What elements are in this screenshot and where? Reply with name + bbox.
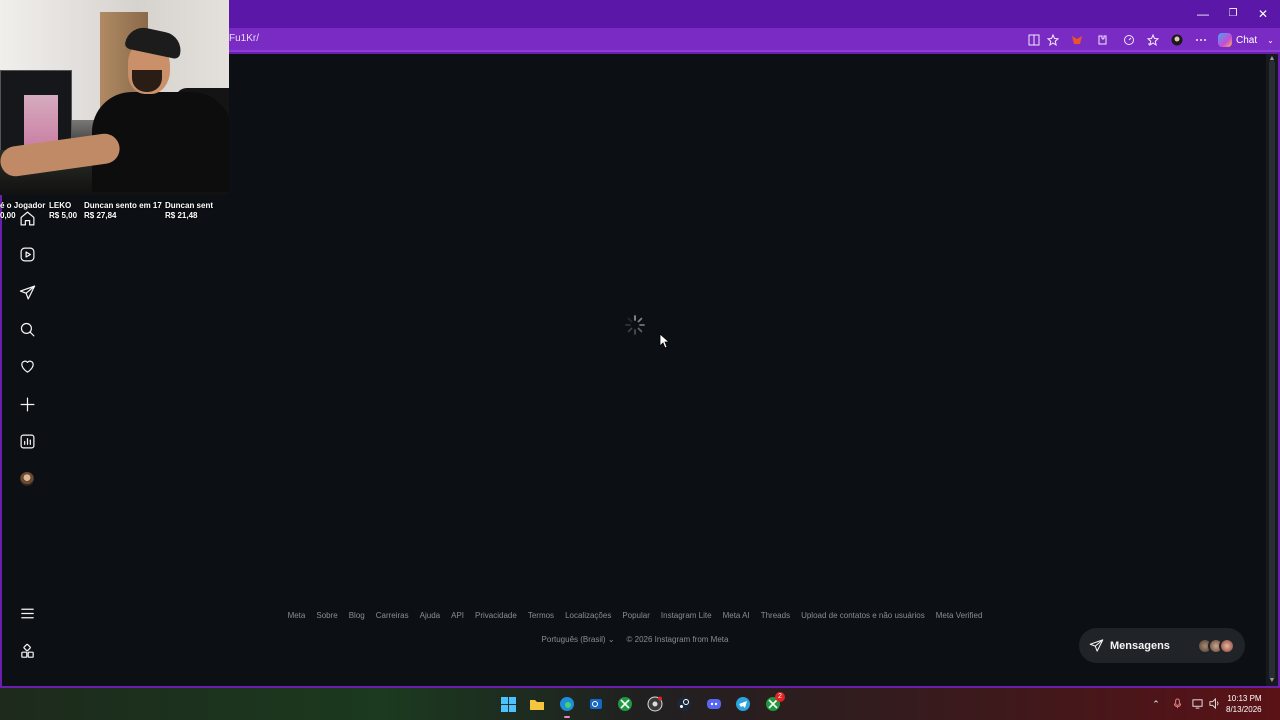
chart-icon — [20, 434, 34, 448]
footer-link[interactable]: API — [451, 611, 464, 620]
url-text[interactable]: Fu1Kr/ — [229, 33, 259, 44]
scroll-thumb[interactable] — [1269, 60, 1275, 680]
outlook-icon[interactable] — [586, 694, 606, 714]
sidebar-item-reels[interactable] — [14, 241, 40, 267]
chevron-down-icon: ⌄ — [607, 635, 615, 644]
scroll-down-icon[interactable]: ▼ — [1268, 677, 1276, 684]
restore-button[interactable]: ❐ — [1218, 4, 1248, 24]
page-scrollbar[interactable]: ▲ ▼ — [1266, 54, 1278, 686]
footer-links: Meta Sobre Blog Carreiras Ajuda API Privacidad… — [0, 611, 1270, 620]
search-icon — [20, 322, 34, 336]
donation-item: Duncan sent R$ 21,48 — [165, 201, 214, 220]
more-options-icon[interactable] — [1193, 32, 1209, 48]
footer-link[interactable]: Popular — [622, 611, 650, 620]
footer-link[interactable]: Localizações — [565, 611, 611, 620]
minimize-button[interactable]: — — [1188, 4, 1218, 24]
sidebar-item-create[interactable] — [14, 391, 40, 417]
footer-link[interactable]: Meta AI — [723, 611, 750, 620]
footer-link[interactable]: Upload de contatos e não usuários — [801, 611, 925, 620]
donation-item: Duncan sento em 17 R$ 27,84 — [84, 201, 162, 220]
footer-link[interactable]: Termos — [528, 611, 554, 620]
message-avatars — [1197, 637, 1235, 654]
donation-item: LEKO R$ 5,00 — [49, 201, 78, 220]
loading-spinner-icon — [625, 315, 645, 335]
close-button[interactable]: ✕ — [1248, 4, 1278, 24]
webcam-overlay — [0, 0, 229, 195]
microphone-icon[interactable] — [1171, 698, 1183, 710]
sidebar-item-notifications[interactable] — [14, 353, 40, 379]
footer-link[interactable]: Ajuda — [420, 611, 440, 620]
chevron-down-icon: ⌄ — [1267, 35, 1274, 45]
windows-logo-icon — [500, 696, 516, 712]
performance-icon[interactable] — [1121, 32, 1137, 48]
extension-fox-icon[interactable] — [1069, 32, 1085, 48]
footer-link[interactable]: Carreiras — [376, 611, 409, 620]
windows-taskbar: 2 ⌃ 10:13 PM 8/13/2026 — [0, 688, 1280, 720]
send-icon — [1089, 639, 1104, 652]
profile-avatar-icon[interactable] — [1169, 32, 1185, 48]
network-icon[interactable] — [1191, 698, 1203, 710]
chat-label: Chat — [1236, 34, 1258, 46]
system-clock[interactable]: 10:13 PM 8/13/2026 — [1226, 693, 1262, 715]
avatar — [1219, 637, 1235, 654]
favorite-star-icon[interactable] — [1045, 32, 1061, 48]
send-icon — [19, 285, 35, 299]
sidebar-item-search[interactable] — [14, 316, 40, 342]
start-button[interactable] — [498, 694, 518, 714]
donation-item: é o Jogador 0,00 — [0, 201, 46, 220]
obs-studio-icon[interactable] — [645, 694, 665, 714]
footer-link[interactable]: Threads — [761, 611, 790, 620]
extensions-icon[interactable] — [1094, 32, 1110, 48]
mouse-cursor-icon — [659, 333, 669, 349]
footer-link[interactable]: Sobre — [316, 611, 337, 620]
copyright-text: © 2026 Instagram from Meta — [626, 635, 729, 644]
language-selector[interactable]: Português (Brasil) ⌄ — [542, 635, 615, 644]
copilot-icon — [1218, 33, 1232, 47]
volume-icon[interactable] — [1208, 697, 1220, 710]
sidebar-item-dashboard[interactable] — [14, 428, 40, 454]
steam-icon[interactable] — [674, 694, 694, 714]
edge-browser-icon[interactable] — [557, 694, 577, 714]
reels-icon — [20, 247, 34, 261]
sidebar-item-messages[interactable] — [14, 279, 40, 305]
avatar — [20, 472, 34, 486]
chevron-up-icon[interactable]: ⌃ — [1150, 698, 1162, 710]
heart-icon — [20, 360, 34, 373]
messages-button[interactable]: Mensagens — [1079, 628, 1245, 663]
footer-link[interactable]: Instagram Lite — [661, 611, 712, 620]
sidebar-item-profile[interactable] — [14, 466, 40, 492]
discord-icon[interactable] — [704, 694, 724, 714]
split-screen-icon[interactable] — [1026, 32, 1042, 48]
apps-icon — [20, 643, 34, 658]
footer-link[interactable]: Privacidade — [475, 611, 517, 620]
footer-link[interactable]: Blog — [349, 611, 365, 620]
footer-link[interactable]: Meta Verified — [936, 611, 983, 620]
notification-badge: 2 — [775, 692, 785, 702]
xbox-app-icon[interactable]: 2 — [763, 692, 785, 714]
copilot-chat-button[interactable]: Chat ⌄ — [1218, 31, 1274, 49]
telegram-icon[interactable] — [733, 694, 753, 714]
footer-link[interactable]: Meta — [288, 611, 306, 620]
file-explorer-icon[interactable] — [527, 694, 547, 714]
messages-label: Mensagens — [1110, 639, 1170, 652]
xbox-icon[interactable] — [615, 694, 635, 714]
collections-icon[interactable] — [1145, 32, 1161, 48]
plus-icon — [20, 397, 34, 411]
